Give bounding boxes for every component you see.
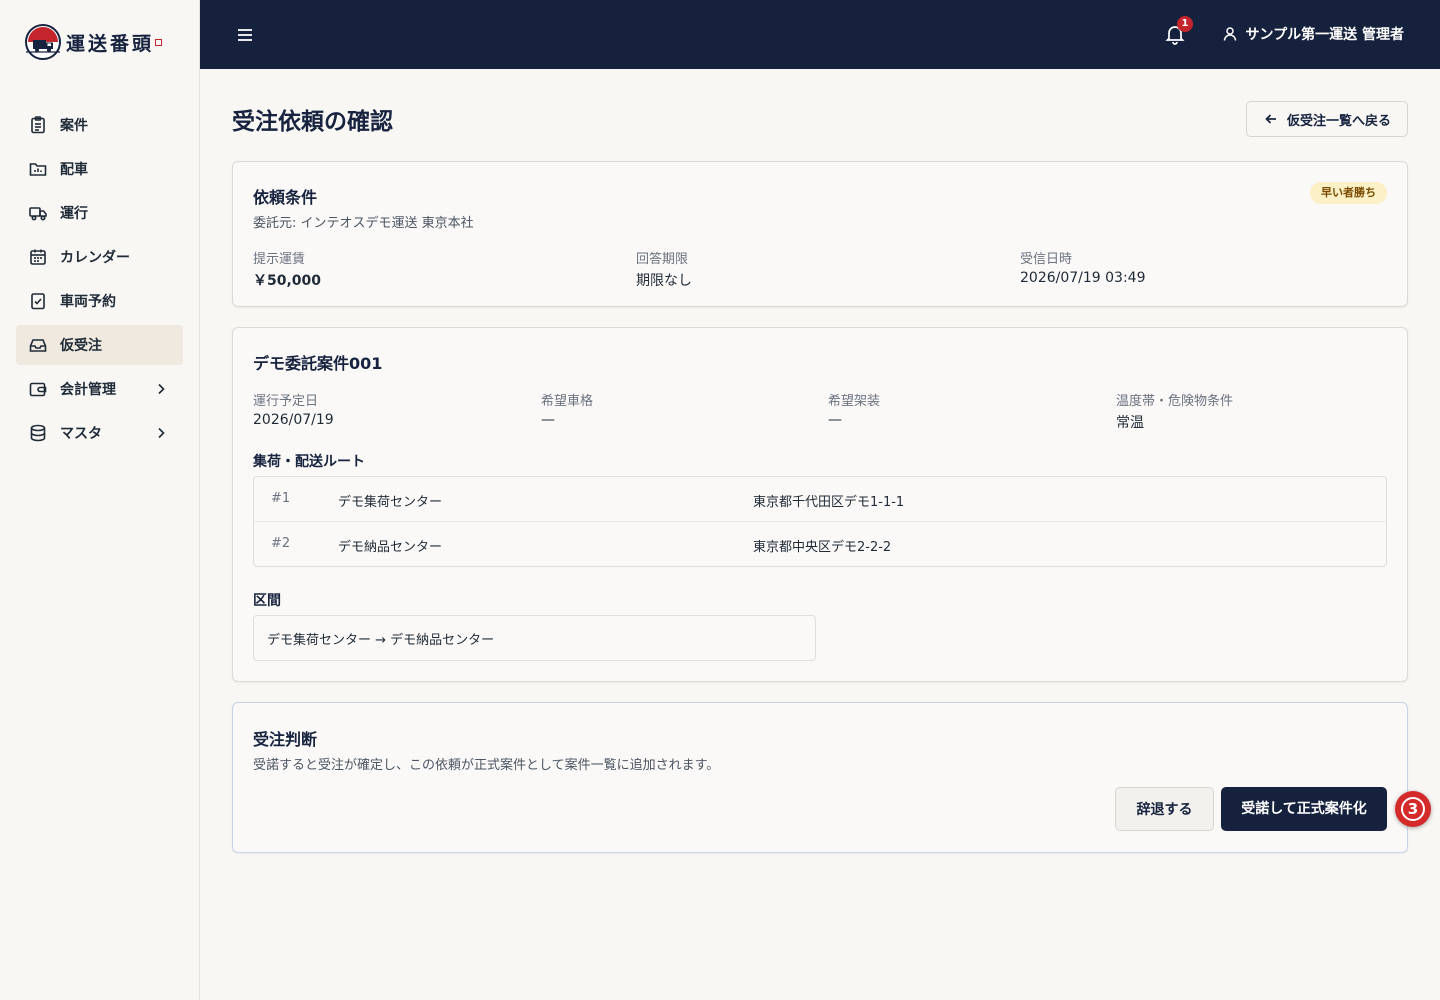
top-header: 1 サンプル第一運送 管理者 xyxy=(200,0,1440,69)
wallet-icon xyxy=(29,382,47,397)
sidebar-item-operations[interactable]: 運行 xyxy=(16,193,183,233)
step-marker: 3 xyxy=(1395,791,1431,827)
sidebar-item-dispatch[interactable]: 配車 xyxy=(16,149,183,189)
sidebar: 運送番頭 案件 配車 運行 カレンダー 車両予約 仮受注 会計管理 マスタ xyxy=(0,0,200,1000)
sidebar-item-label: 案件 xyxy=(60,118,88,134)
sidebar-item-provisional-orders[interactable]: 仮受注 xyxy=(16,325,183,365)
table-row: #2 デモ納品センター 東京都中央区デモ2-2-2 xyxy=(254,522,1386,567)
field-operation-date: 運行予定日 2026/07/19 xyxy=(253,390,334,428)
field-vehicle-class: 希望車格 — xyxy=(541,390,593,428)
stop-address: 東京都中央区デモ2-2-2 xyxy=(753,540,892,555)
field-label: 提示運賃 xyxy=(253,252,306,267)
sidebar-item-label: 車両予約 xyxy=(60,294,116,310)
field-value: — xyxy=(828,412,842,428)
case-details-card: デモ委託案件001 運行予定日 2026/07/19 希望車格 — 希望架装 —… xyxy=(232,327,1408,682)
stop-number: #2 xyxy=(271,536,291,551)
user-icon xyxy=(1223,27,1236,41)
stop-name: デモ納品センター xyxy=(338,540,443,555)
field-value: ￥50,000 xyxy=(253,273,322,289)
route-table: #1 デモ集荷センター 東京都千代田区デモ1-1-1 #2 デモ納品センター 東… xyxy=(253,476,1387,567)
truck-icon xyxy=(29,207,47,221)
arrow-left-icon xyxy=(1265,114,1276,124)
client-name: 委託元: インテオスデモ運送 東京本社 xyxy=(253,216,474,231)
status-badge: 早い者勝ち xyxy=(1310,182,1387,204)
sidebar-item-label: 会計管理 xyxy=(60,382,116,398)
notification-badge: 1 xyxy=(1177,16,1193,32)
field-body-type: 希望架装 — xyxy=(828,390,880,428)
field-offered-fare: 提示運賃 ￥50,000 xyxy=(253,248,321,290)
field-value: 常温 xyxy=(1116,415,1144,431)
user-label: サンプル第一運送 管理者 xyxy=(1245,27,1404,43)
field-label: 回答期限 xyxy=(636,252,689,267)
inbox-icon xyxy=(29,339,47,352)
clipboard-icon xyxy=(31,116,45,134)
sidebar-item-cases[interactable]: 案件 xyxy=(16,105,183,145)
chevron-right-icon[interactable] xyxy=(153,381,169,397)
field-received-at: 受信日時 2026/07/19 03:49 xyxy=(1020,248,1146,286)
field-value: 期限なし xyxy=(636,273,692,289)
segment-label: 区間 xyxy=(253,593,281,609)
sidebar-item-calendar[interactable]: カレンダー xyxy=(16,237,183,277)
back-button-label: 仮受注一覧へ戻る xyxy=(1286,113,1391,129)
clipboard-check-icon xyxy=(31,293,45,310)
sidebar-nav: 案件 配車 運行 カレンダー 車両予約 仮受注 会計管理 マスタ xyxy=(16,105,183,457)
page-title: 受注依頼の確認 xyxy=(232,109,393,135)
field-value: 2026/07/19 03:49 xyxy=(1020,270,1146,286)
seal-icon xyxy=(155,38,163,46)
user-menu[interactable]: サンプル第一運送 管理者 xyxy=(1221,24,1404,44)
database-icon xyxy=(30,424,46,442)
case-title: デモ委託案件001 xyxy=(253,354,383,373)
field-label: 希望車格 xyxy=(541,394,594,409)
back-to-list-button[interactable]: 仮受注一覧へ戻る xyxy=(1246,101,1408,137)
field-value: — xyxy=(541,412,555,428)
brand-name: 運送番頭 xyxy=(66,32,155,55)
decision-title: 受注判断 xyxy=(253,730,318,749)
sidebar-item-label: 運行 xyxy=(60,206,88,222)
stop-number: #1 xyxy=(271,491,291,506)
field-label: 希望架装 xyxy=(828,394,881,409)
folder-chart-icon xyxy=(29,163,47,176)
truck-logo-icon xyxy=(25,24,61,60)
calendar-icon xyxy=(30,249,46,265)
menu-icon[interactable] xyxy=(232,22,258,48)
sidebar-item-master[interactable]: マスタ xyxy=(16,413,183,453)
sidebar-item-accounting[interactable]: 会計管理 xyxy=(16,369,183,409)
chevron-right-icon[interactable] xyxy=(153,425,169,441)
sidebar-item-label: 配車 xyxy=(60,162,88,178)
field-label: 受信日時 xyxy=(1020,252,1073,267)
decision-description: 受諾すると受注が確定し、この依頼が正式案件として案件一覧に追加されます。 xyxy=(253,758,720,773)
field-temperature-hazard: 温度帯・危険物条件 常温 xyxy=(1116,390,1233,432)
field-label: 運行予定日 xyxy=(253,394,319,409)
field-label: 温度帯・危険物条件 xyxy=(1116,394,1234,409)
request-conditions-card: 依頼条件 委託元: インテオスデモ運送 東京本社 早い者勝ち 提示運賃 ￥50,… xyxy=(232,161,1408,307)
sidebar-item-vehicle-booking[interactable]: 車両予約 xyxy=(16,281,183,321)
card-title: 依頼条件 xyxy=(253,188,318,207)
sidebar-item-label: マスタ xyxy=(60,426,102,442)
table-row: #1 デモ集荷センター 東京都千代田区デモ1-1-1 xyxy=(254,477,1386,522)
route-section-label: 集荷・配送ルート xyxy=(253,454,365,470)
field-value: 2026/07/19 xyxy=(253,412,334,428)
order-decision-card: 受注判断 受諾すると受注が確定し、この依頼が正式案件として案件一覧に追加されます… xyxy=(232,702,1408,853)
field-response-deadline: 回答期限 期限なし xyxy=(636,248,692,290)
decline-button[interactable]: 辞退する xyxy=(1115,787,1214,831)
stop-name: デモ集荷センター xyxy=(338,495,443,510)
stop-address: 東京都千代田区デモ1-1-1 xyxy=(753,495,905,510)
sidebar-item-label: カレンダー xyxy=(60,250,130,266)
accept-button[interactable]: 受諾して正式案件化 xyxy=(1221,787,1387,831)
step-marker-number: 3 xyxy=(1401,797,1425,821)
segment-value: デモ集荷センター → デモ納品センター xyxy=(253,615,816,661)
sidebar-item-label: 仮受注 xyxy=(60,338,102,354)
brand-logo[interactable]: 運送番頭 xyxy=(24,22,163,62)
